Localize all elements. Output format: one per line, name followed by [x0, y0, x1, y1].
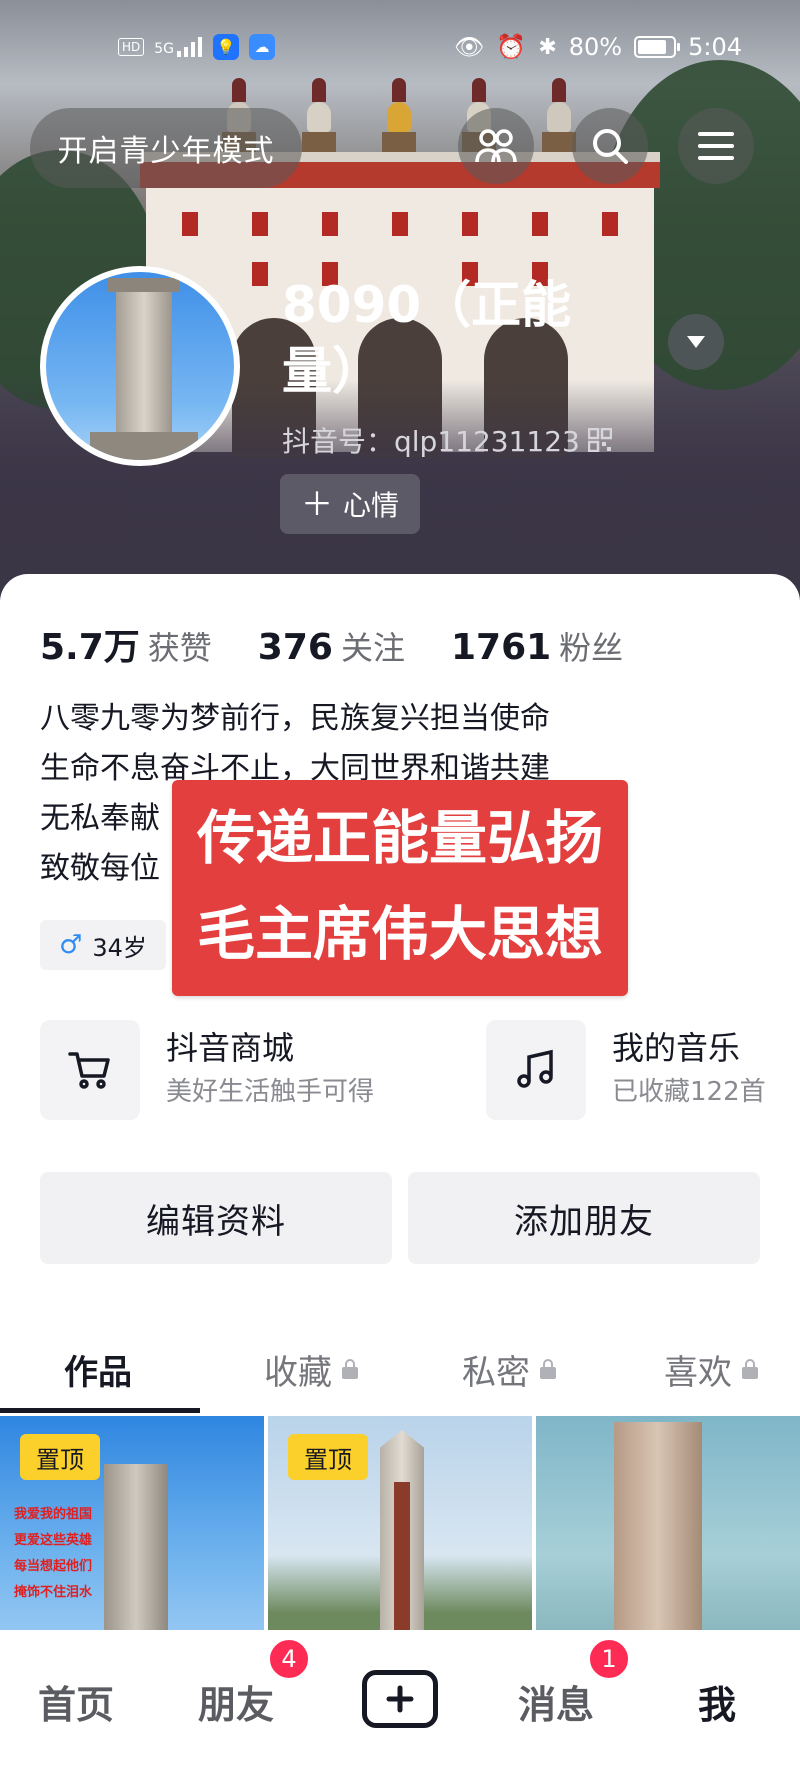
active-tab-indicator: [0, 1408, 200, 1413]
age-label: 34岁: [92, 933, 147, 962]
tab-favorites[interactable]: 收藏: [264, 1324, 358, 1414]
video-thumb[interactable]: 置顶: [268, 1416, 532, 1648]
stat-following[interactable]: 376 关注: [258, 623, 405, 669]
tab-private[interactable]: 私密: [462, 1324, 556, 1414]
tab-likes[interactable]: 喜欢: [664, 1324, 758, 1414]
mood-button[interactable]: ＋ 心情: [280, 474, 420, 534]
lock-icon: [742, 1359, 758, 1379]
stat-value: 376: [257, 627, 333, 668]
edit-profile-button[interactable]: 编辑资料: [40, 1172, 392, 1264]
people-icon: [475, 129, 517, 163]
thumb-caption: 我爱我的祖国 更爱这些英雄 每当想起他们 掩饰不住泪水: [14, 1502, 92, 1606]
stat-value: 5.7万: [40, 627, 140, 668]
age-tag: ♂ 34岁: [40, 920, 166, 970]
pinned-badge: 置顶: [288, 1434, 368, 1480]
thumb-caption-line: 我爱我的祖国: [14, 1507, 93, 1522]
caret-down-icon: [687, 336, 705, 348]
stat-followers[interactable]: 1761 粉丝: [451, 623, 623, 669]
music-subtitle: 已收藏122首: [612, 1077, 766, 1107]
hd-indicator: HD: [118, 38, 145, 56]
menu-button[interactable]: [678, 108, 754, 184]
tab-works[interactable]: 作品: [64, 1324, 132, 1414]
nav-friends[interactable]: 朋友: [198, 1674, 274, 1729]
bio-line: 八零九零为梦前行，民族复兴担当使命: [40, 701, 550, 736]
plus-icon: ＋: [300, 485, 333, 523]
thumb-monument: [614, 1422, 702, 1648]
nav-me[interactable]: 我: [698, 1674, 736, 1729]
mall-entry[interactable]: 抖音商城 美好生活触手可得: [40, 1020, 374, 1120]
profile-dropdown-button[interactable]: [668, 314, 724, 370]
friends-badge: 4: [268, 1638, 310, 1680]
avatar[interactable]: [40, 266, 240, 466]
eye-icon: 👁: [453, 33, 485, 61]
battery-icon: [634, 36, 681, 58]
profile-card: 5.7万 获赞 376 关注 1761 粉丝 八零九零为梦前行，民族复兴担当使命 生命…: [0, 574, 800, 1778]
mall-title: 抖音商城: [166, 1029, 295, 1067]
stat-likes[interactable]: 5.7万 获赞: [40, 618, 212, 670]
tab-label: 私密: [462, 1352, 530, 1393]
mood-label: 心情: [343, 489, 400, 522]
battery-percent: 80%: [568, 33, 623, 61]
hamburger-icon: [698, 132, 734, 160]
lock-icon: [540, 1359, 556, 1379]
nav-home[interactable]: 首页: [38, 1674, 114, 1729]
nav-messages[interactable]: 消息: [518, 1674, 594, 1729]
friends-icon-button[interactable]: [458, 108, 534, 184]
video-thumb[interactable]: [536, 1416, 800, 1648]
cloud-app-icon: ☁: [249, 34, 276, 60]
music-entry[interactable]: 我的音乐 已收藏122首: [486, 1020, 766, 1120]
video-grid: 置顶 我爱我的祖国 更爱这些英雄 每当想起他们 掩饰不住泪水 置顶: [0, 1416, 800, 1648]
stat-value: 1761: [450, 627, 552, 668]
signal-icon: 5G: [154, 37, 203, 57]
content-tabs: 作品 收藏 私密 喜欢: [0, 1324, 800, 1414]
thumb-caption-line: 每当想起他们: [14, 1559, 93, 1574]
plus-icon: [386, 1685, 414, 1713]
tab-label: 喜欢: [664, 1352, 732, 1393]
tab-label: 收藏: [264, 1352, 332, 1393]
mall-subtitle: 美好生活触手可得: [166, 1077, 375, 1107]
search-icon: [593, 129, 628, 164]
clock: 5:04: [688, 33, 742, 61]
stats-row: 5.7万 获赞 376 关注 1761 粉丝: [40, 618, 623, 670]
status-bar: HD 5G 💡 ☁ 👁 ⏰ ✱ 80% 5:04: [0, 30, 800, 70]
network-type-label: 5G: [154, 41, 175, 57]
lock-icon: [342, 1359, 358, 1379]
douyin-id[interactable]: 抖音号：qlp11231123: [282, 420, 612, 460]
tab-label: 作品: [64, 1352, 132, 1393]
thumb-caption-line: 更爱这些英雄: [14, 1533, 93, 1548]
video-thumb[interactable]: 置顶 我爱我的祖国 更爱这些英雄 每当想起他们 掩饰不住泪水: [0, 1416, 264, 1648]
slogan-line: 毛主席伟大思想: [196, 900, 603, 968]
stat-label: 获赞: [147, 629, 212, 667]
music-note-icon: [486, 1020, 586, 1120]
slogan-line: 传递正能量弘扬: [196, 804, 603, 872]
teen-mode-button[interactable]: 开启青少年模式: [30, 108, 302, 188]
thumb-caption-line: 掩饰不住泪水: [14, 1585, 93, 1600]
slogan-overlay: 传递正能量弘扬 毛主席伟大思想: [172, 780, 628, 996]
music-title: 我的音乐: [612, 1029, 741, 1067]
bulb-app-icon: 💡: [213, 34, 240, 60]
alarm-icon: ⏰: [496, 33, 527, 61]
qr-code-icon[interactable]: [587, 428, 612, 452]
pinned-badge: 置顶: [20, 1434, 100, 1480]
stat-label: 关注: [340, 629, 405, 667]
create-button[interactable]: [362, 1670, 438, 1728]
douyin-id-text: 抖音号：qlp11231123: [282, 425, 580, 458]
bottom-nav: 首页 朋友 4 消息 1 我: [0, 1630, 800, 1778]
nickname: 8090（正能量）: [282, 276, 572, 400]
search-button[interactable]: [572, 108, 648, 184]
stat-label: 粉丝: [559, 629, 624, 667]
bluetooth-icon: ✱: [538, 34, 557, 60]
cart-icon: [40, 1020, 140, 1120]
male-icon: ♂: [59, 930, 83, 960]
messages-badge: 1: [588, 1638, 630, 1680]
add-friend-button[interactable]: 添加朋友: [408, 1172, 760, 1264]
thumb-monument: [104, 1464, 168, 1648]
